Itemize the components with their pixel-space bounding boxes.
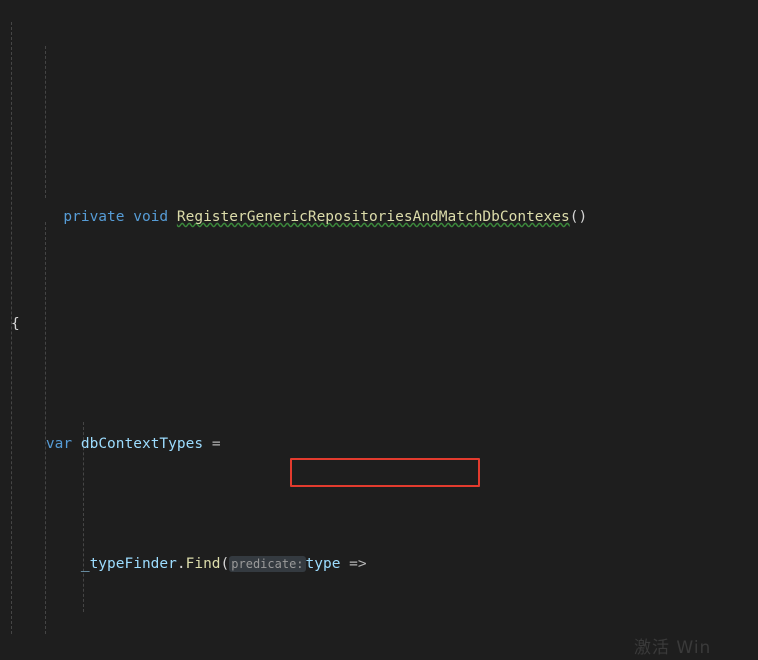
field-typefinder: _typeFinder [80, 556, 177, 572]
param-hint-predicate[interactable]: predicate: [229, 556, 306, 572]
brace: { [11, 316, 20, 332]
parens: () [569, 209, 588, 225]
method-find: Find [185, 556, 221, 572]
method-name-declaration: RegisterGenericRepositoriesAndMatchDbCon… [176, 209, 570, 225]
code-text-area[interactable]: private void RegisterGenericRepositories… [0, 0, 758, 660]
local-dbcontexttypes: dbContextTypes [80, 436, 204, 452]
code-line-signature[interactable]: private void RegisterGenericRepositories… [0, 196, 758, 225]
keyword-var: var [45, 436, 73, 452]
windows-activation-watermark: 激活 Win [634, 638, 712, 658]
param-hint-predicate-label: predicate: [231, 557, 304, 571]
operator-assign: = [211, 436, 221, 452]
dot: . [176, 556, 186, 572]
code-line-clipped-top[interactable] [0, 96, 758, 100]
lambda-arrow: => [349, 556, 367, 572]
paren-open: ( [220, 556, 230, 572]
keyword-void: void [133, 209, 169, 225]
keyword-private: private [63, 209, 125, 225]
code-line-typefinder-find[interactable]: _typeFinder.Find(predicate: type => [0, 552, 758, 576]
code-editor[interactable]: private void RegisterGenericRepositories… [0, 0, 758, 660]
code-line-var-dbcontexttypes[interactable]: var dbContextTypes = [0, 432, 758, 456]
lambda-param-type: type [305, 556, 341, 572]
code-line-open-brace-method[interactable]: { [0, 312, 758, 336]
